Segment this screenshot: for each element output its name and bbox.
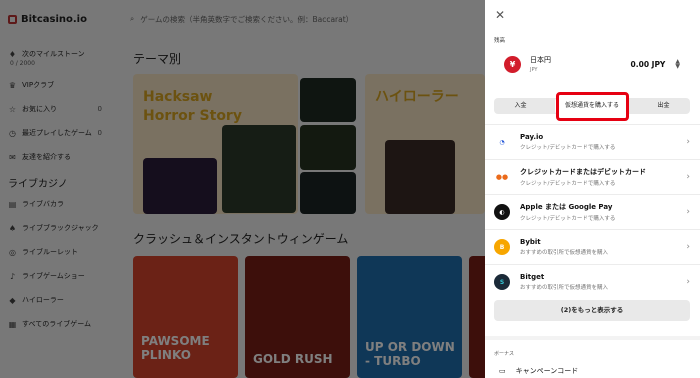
method-desc: クレジット/デビットカードで購入する [520,145,616,151]
currency-name: 日本円 [530,56,551,64]
payio-icon: ◔ [499,138,505,146]
method-desc: おすすめの取引所で仮想通貨を購入 [520,250,609,256]
card-icon: ●● [495,173,509,181]
bitget-icon: S [494,274,510,290]
method-name: Pay.io [520,133,544,141]
gift-icon: ▭ [499,367,506,375]
yen-flag-icon: ¥ [504,55,521,73]
bybit-icon: B [494,239,510,255]
tab-deposit[interactable]: 入金 [494,98,547,114]
modal-overlay[interactable] [0,0,485,378]
currency-balance: 0.00 JPY [630,59,666,69]
chevron-right-icon: › [686,172,690,182]
wallet-icon: ◐ [494,204,510,220]
method-bitget[interactable]: S Bitget おすすめの取引所で仮想通貨を購入 › [494,265,690,299]
section-divider [485,336,700,340]
close-icon[interactable]: ✕ [493,8,507,22]
bonus-label: ボーナス [494,351,515,357]
currency-code: JPY [530,67,538,73]
method-bybit[interactable]: B Bybit おすすめの取引所で仮想通貨を購入 › [494,230,690,264]
campaign-code-row[interactable]: ▭ キャンペーンコード [499,366,578,376]
method-name: Bitget [520,273,545,281]
campaign-code-label: キャンペーンコード [515,367,579,375]
method-desc: おすすめの取引所で仮想通貨を購入 [520,285,609,291]
chevron-updown-icon: ▲ ▼ [675,58,680,70]
show-more-button[interactable]: (2)をもっと表示する [494,300,690,321]
method-name: クレジットカードまたはデビットカード [520,168,646,176]
method-card[interactable]: ●● クレジットカードまたはデビットカード クレジット/デビットカードで購入する… [494,160,690,194]
method-name: Apple または Google Pay [520,203,613,211]
chevron-right-icon: › [686,137,690,147]
deposit-panel: ✕ 残高 ¥ 日本円 JPY 0.00 JPY ▲ ▼ 入金 仮想通貨を購入する … [485,0,700,378]
method-desc: クレジット/デビットカードで購入する [520,181,616,187]
tab-withdraw[interactable]: 出金 [637,98,690,114]
method-apple-google-pay[interactable]: ◐ Apple または Google Pay クレジット/デビットカードで購入す… [494,195,690,229]
chevron-right-icon: › [686,242,690,252]
method-desc: クレジット/デビットカードで購入する [520,216,616,222]
highlight-box [556,92,629,121]
chevron-right-icon: › [686,277,690,287]
currency-selector[interactable]: ¥ 日本円 JPY 0.00 JPY ▲ ▼ [494,46,690,82]
method-payio[interactable]: ◔ Pay.io クレジット/デビットカードで購入する › [494,125,690,159]
chevron-right-icon: › [686,207,690,217]
currency-label: 残高 [494,38,506,44]
method-name: Bybit [520,238,541,246]
